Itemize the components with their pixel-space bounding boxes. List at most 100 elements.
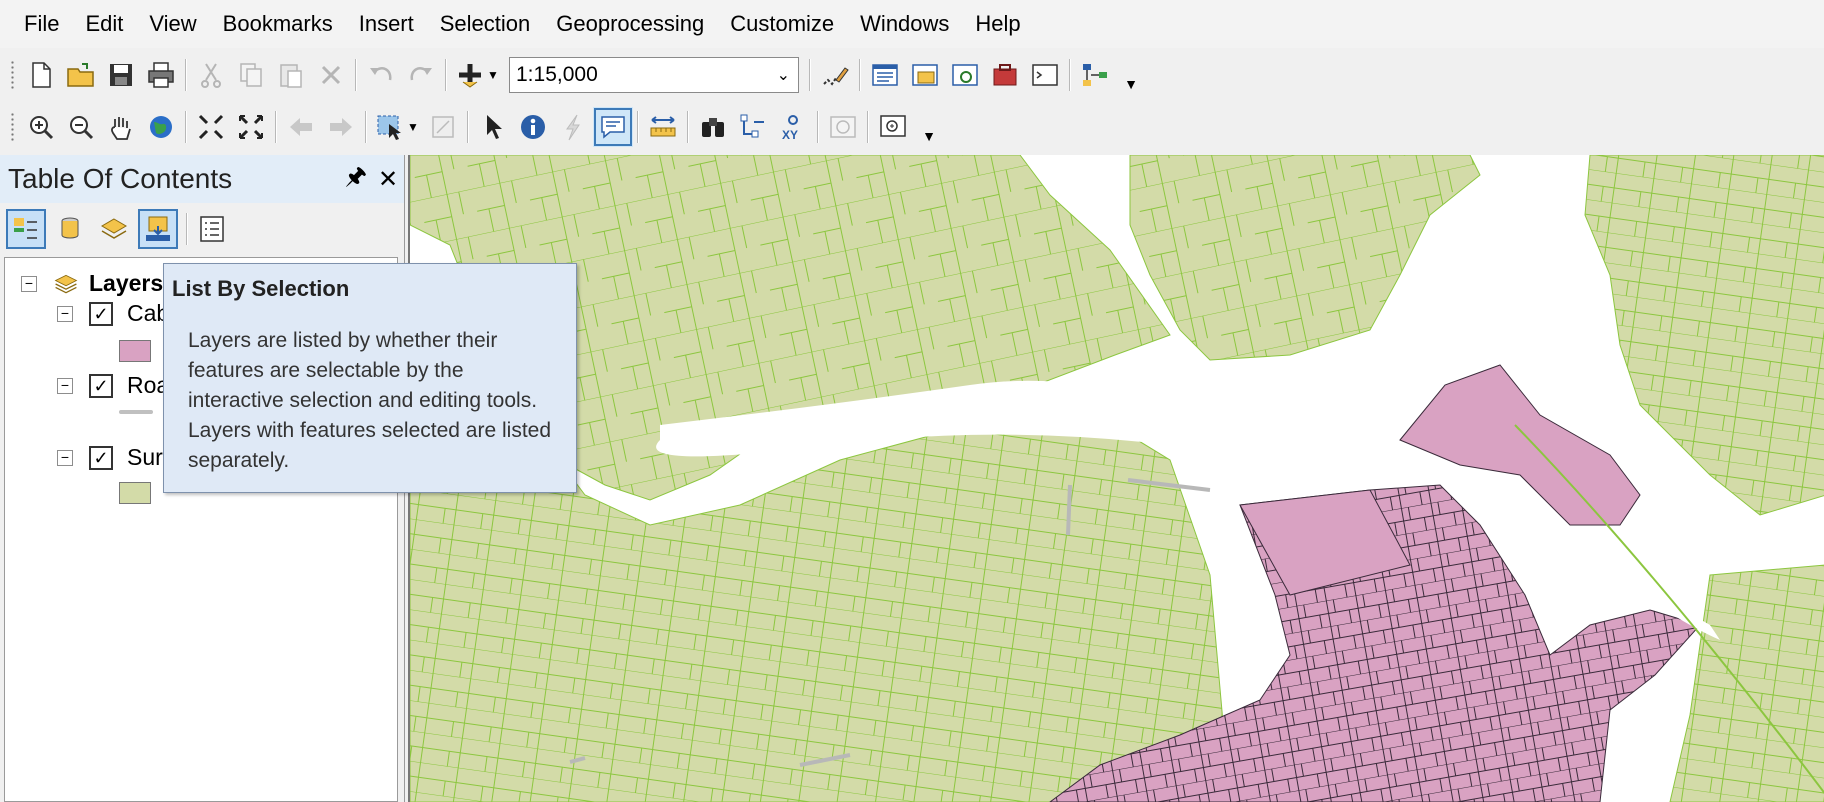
collapse-icon[interactable]: −: [57, 377, 73, 394]
select-elements-button[interactable]: [473, 107, 513, 147]
print-icon: [148, 62, 174, 88]
cut-button[interactable]: [191, 55, 231, 95]
select-features-button[interactable]: ▼: [371, 107, 423, 147]
modelbuilder-button[interactable]: [1075, 55, 1115, 95]
clear-selection-button[interactable]: [423, 107, 463, 147]
add-data-button[interactable]: ▼: [451, 55, 503, 95]
save-icon: [110, 64, 132, 86]
toolbar-grip[interactable]: [10, 112, 15, 142]
toc-root-row[interactable]: − Layers: [21, 270, 163, 297]
layer-legend-row: [119, 340, 151, 362]
menu-geoprocessing[interactable]: Geoprocessing: [543, 0, 717, 48]
parcel-area[interactable]: [1129, 155, 1481, 361]
list-by-source-button[interactable]: [50, 209, 90, 249]
identify-button[interactable]: [513, 107, 553, 147]
toc-toolbar: [6, 205, 236, 253]
toolbar-separator: [355, 59, 357, 91]
new-document-button[interactable]: [21, 55, 61, 95]
hyperlink-button[interactable]: [553, 107, 593, 147]
fixed-zoom-out-button[interactable]: [231, 107, 271, 147]
create-viewer-window-button[interactable]: [873, 107, 913, 147]
delete-button[interactable]: [311, 55, 351, 95]
paste-button[interactable]: [271, 55, 311, 95]
open-button[interactable]: [61, 55, 101, 95]
collapse-icon[interactable]: −: [57, 449, 73, 466]
parcel-area[interactable]: [1584, 155, 1824, 516]
map-scale-combo[interactable]: 1:15,000 ⌄: [509, 57, 799, 93]
fixed-zoom-out-icon: [239, 115, 263, 139]
parcel-area[interactable]: [1669, 564, 1824, 802]
map-canvas[interactable]: [410, 155, 1824, 802]
collapse-icon[interactable]: −: [57, 305, 73, 322]
undo-button[interactable]: [361, 55, 401, 95]
full-extent-button[interactable]: [141, 107, 181, 147]
table-of-contents-button[interactable]: [865, 55, 905, 95]
find-route-icon: [740, 114, 764, 138]
toolbar-separator: [186, 213, 188, 245]
toc-layer-row[interactable]: − ✓ Roa: [57, 372, 169, 399]
toolbar-grip[interactable]: [10, 60, 15, 90]
list-by-visibility-button[interactable]: [94, 209, 134, 249]
layer-visibility-checkbox[interactable]: ✓: [89, 445, 113, 470]
search-window-button[interactable]: [945, 55, 985, 95]
toolbar-separator: [817, 111, 819, 143]
menu-insert[interactable]: Insert: [346, 0, 427, 48]
toc-options-button[interactable]: [192, 209, 232, 249]
time-slider-button[interactable]: [823, 107, 863, 147]
editor-toolbar-button[interactable]: [815, 55, 855, 95]
road-segment: [1066, 484, 1072, 536]
copy-button[interactable]: [231, 55, 271, 95]
python-window-button[interactable]: [1025, 55, 1065, 95]
chevron-down-icon: ▼: [922, 128, 936, 144]
catalog-window-button[interactable]: [905, 55, 945, 95]
measure-button[interactable]: [643, 107, 683, 147]
toolbar-overflow-button[interactable]: ▼: [919, 110, 939, 144]
go-to-xy-button[interactable]: XY: [773, 107, 813, 147]
time-slider-icon: [830, 116, 856, 138]
legend-fill-swatch[interactable]: [119, 340, 151, 362]
toolbar-separator: [687, 111, 689, 143]
menu-bookmarks[interactable]: Bookmarks: [210, 0, 346, 48]
toc-layer-row[interactable]: − ✓ Cab: [57, 300, 169, 327]
menu-selection[interactable]: Selection: [427, 0, 544, 48]
redo-icon: [410, 67, 432, 81]
forward-extent-button[interactable]: [321, 107, 361, 147]
layers-icon: [54, 274, 78, 293]
legend-line-swatch[interactable]: [119, 410, 153, 414]
modelbuilder-icon: [1083, 64, 1107, 86]
add-data-icon: [459, 64, 482, 88]
html-popup-button[interactable]: [593, 107, 633, 147]
close-icon[interactable]: ✕: [372, 165, 404, 194]
menu-file[interactable]: File: [0, 0, 72, 48]
collapse-icon[interactable]: −: [21, 275, 37, 292]
toolbar-overflow-button[interactable]: ▼: [1121, 58, 1141, 92]
pin-icon[interactable]: 🖈︎: [340, 159, 372, 200]
toc-layer-row[interactable]: − ✓ Sur: [57, 444, 163, 471]
menu-windows[interactable]: Windows: [847, 0, 962, 48]
back-extent-button[interactable]: [281, 107, 321, 147]
menu-view[interactable]: View: [136, 0, 209, 48]
fixed-zoom-in-button[interactable]: [191, 107, 231, 147]
list-by-selection-button[interactable]: [138, 209, 178, 249]
pan-button[interactable]: [101, 107, 141, 147]
redo-button[interactable]: [401, 55, 441, 95]
layer-name[interactable]: Sur: [127, 444, 163, 471]
menu-help[interactable]: Help: [962, 0, 1033, 48]
print-button[interactable]: [141, 55, 181, 95]
layers-visibility-icon: [101, 218, 127, 239]
menu-edit[interactable]: Edit: [72, 0, 136, 48]
menu-customize[interactable]: Customize: [717, 0, 847, 48]
layer-visibility-checkbox[interactable]: ✓: [89, 373, 113, 398]
layer-visibility-checkbox[interactable]: ✓: [89, 301, 113, 326]
chevron-down-icon: ▼: [407, 120, 419, 134]
chevron-down-icon: ⌄: [776, 67, 790, 84]
save-button[interactable]: [101, 55, 141, 95]
arctoolbox-button[interactable]: [985, 55, 1025, 95]
zoom-in-button[interactable]: [21, 107, 61, 147]
list-by-drawing-order-button[interactable]: [6, 209, 46, 249]
map-view[interactable]: [408, 155, 1824, 802]
find-button[interactable]: [693, 107, 733, 147]
legend-fill-swatch[interactable]: [119, 482, 151, 504]
find-route-button[interactable]: [733, 107, 773, 147]
zoom-out-button[interactable]: [61, 107, 101, 147]
